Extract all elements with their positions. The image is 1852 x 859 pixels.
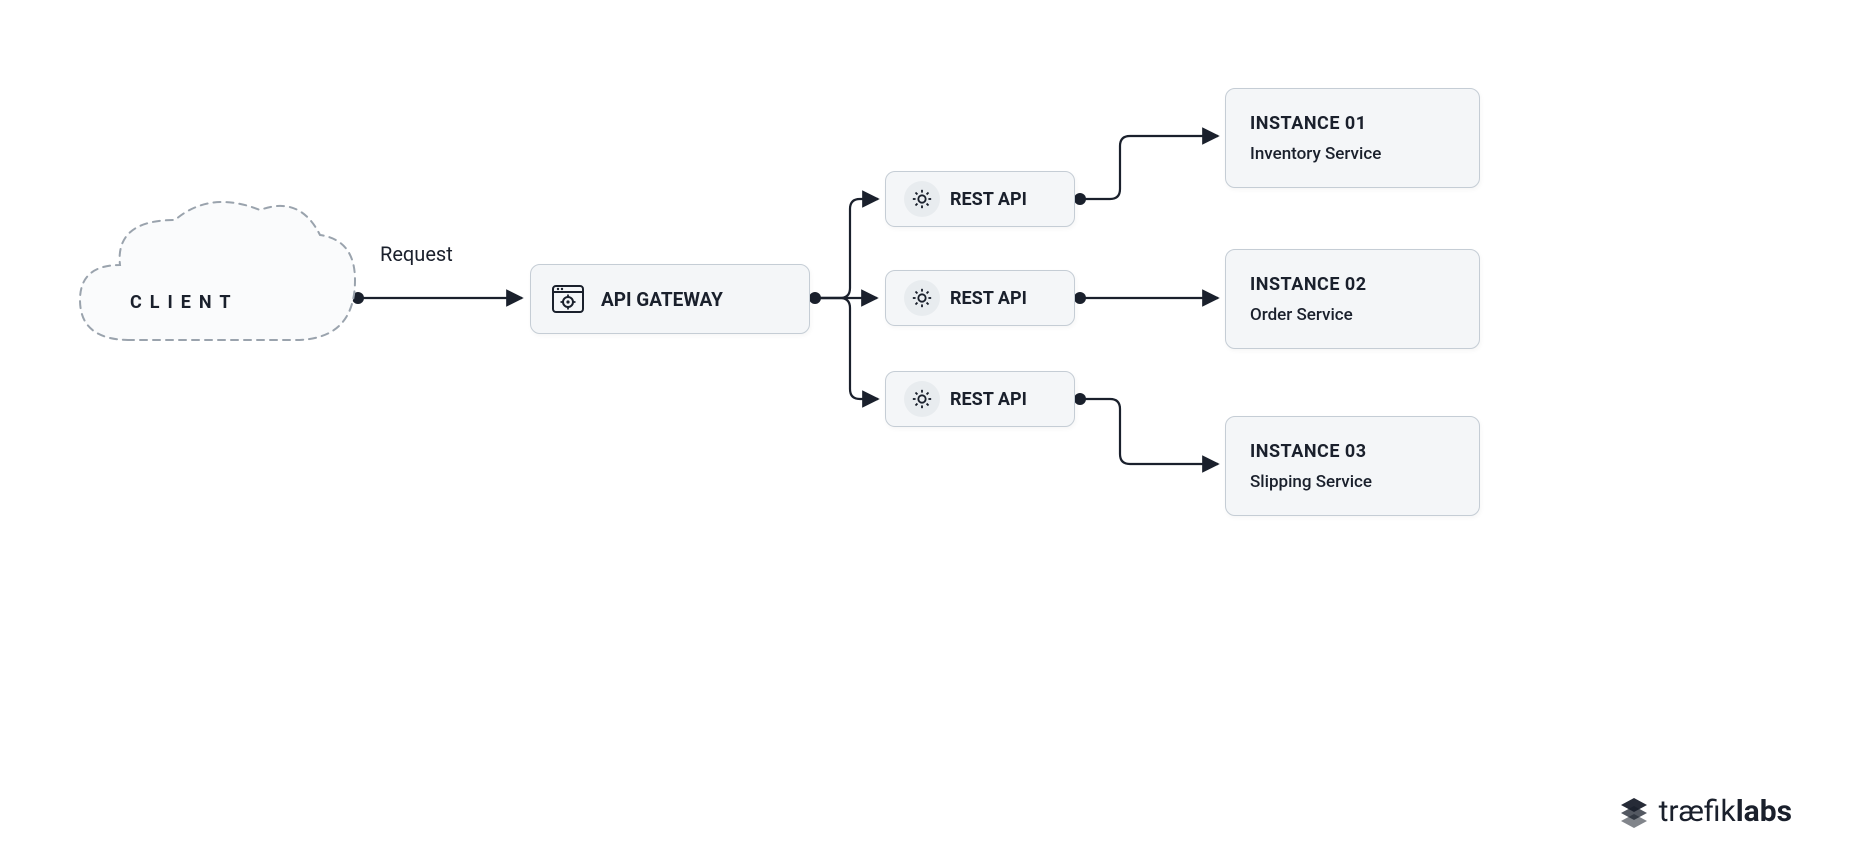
- rest-api-label: REST API: [950, 288, 1027, 309]
- rest-api-label: REST API: [950, 389, 1027, 410]
- gear-icon: [904, 381, 940, 417]
- connector-lines: [0, 0, 1852, 859]
- instance-box-1: INSTANCE 01 Inventory Service: [1225, 88, 1480, 188]
- instance-subtitle: Order Service: [1250, 305, 1353, 325]
- client-cloud: [70, 180, 360, 380]
- rest-api-box-2: REST API: [885, 270, 1075, 326]
- instance-subtitle: Slipping Service: [1250, 472, 1372, 492]
- gateway-icon: [549, 280, 587, 318]
- cloud-icon: [70, 180, 360, 380]
- rest-api-box-3: REST API: [885, 371, 1075, 427]
- gear-icon: [904, 181, 940, 217]
- rest-api-label: REST API: [950, 189, 1027, 210]
- instance-title: INSTANCE 02: [1250, 274, 1367, 295]
- gateway-label: API GATEWAY: [601, 288, 723, 311]
- instance-title: INSTANCE 01: [1250, 113, 1367, 134]
- instance-title: INSTANCE 03: [1250, 441, 1367, 462]
- api-gateway-box: API GATEWAY: [530, 264, 810, 334]
- traefik-logo-icon: [1617, 795, 1651, 829]
- gear-icon: [904, 280, 940, 316]
- rest-api-box-1: REST API: [885, 171, 1075, 227]
- brand-text-2: labs: [1736, 794, 1792, 829]
- request-label: Request: [380, 242, 453, 266]
- instance-subtitle: Inventory Service: [1250, 144, 1381, 164]
- diagram-canvas: CLIENT Request API GATEWAY: [0, 0, 1852, 859]
- client-label: CLIENT: [130, 292, 239, 313]
- instance-box-2: INSTANCE 02 Order Service: [1225, 249, 1480, 349]
- instance-box-3: INSTANCE 03 Slipping Service: [1225, 416, 1480, 516]
- brand-text-1: træfik: [1659, 794, 1736, 829]
- brand-logo: træfiklabs: [1617, 794, 1792, 829]
